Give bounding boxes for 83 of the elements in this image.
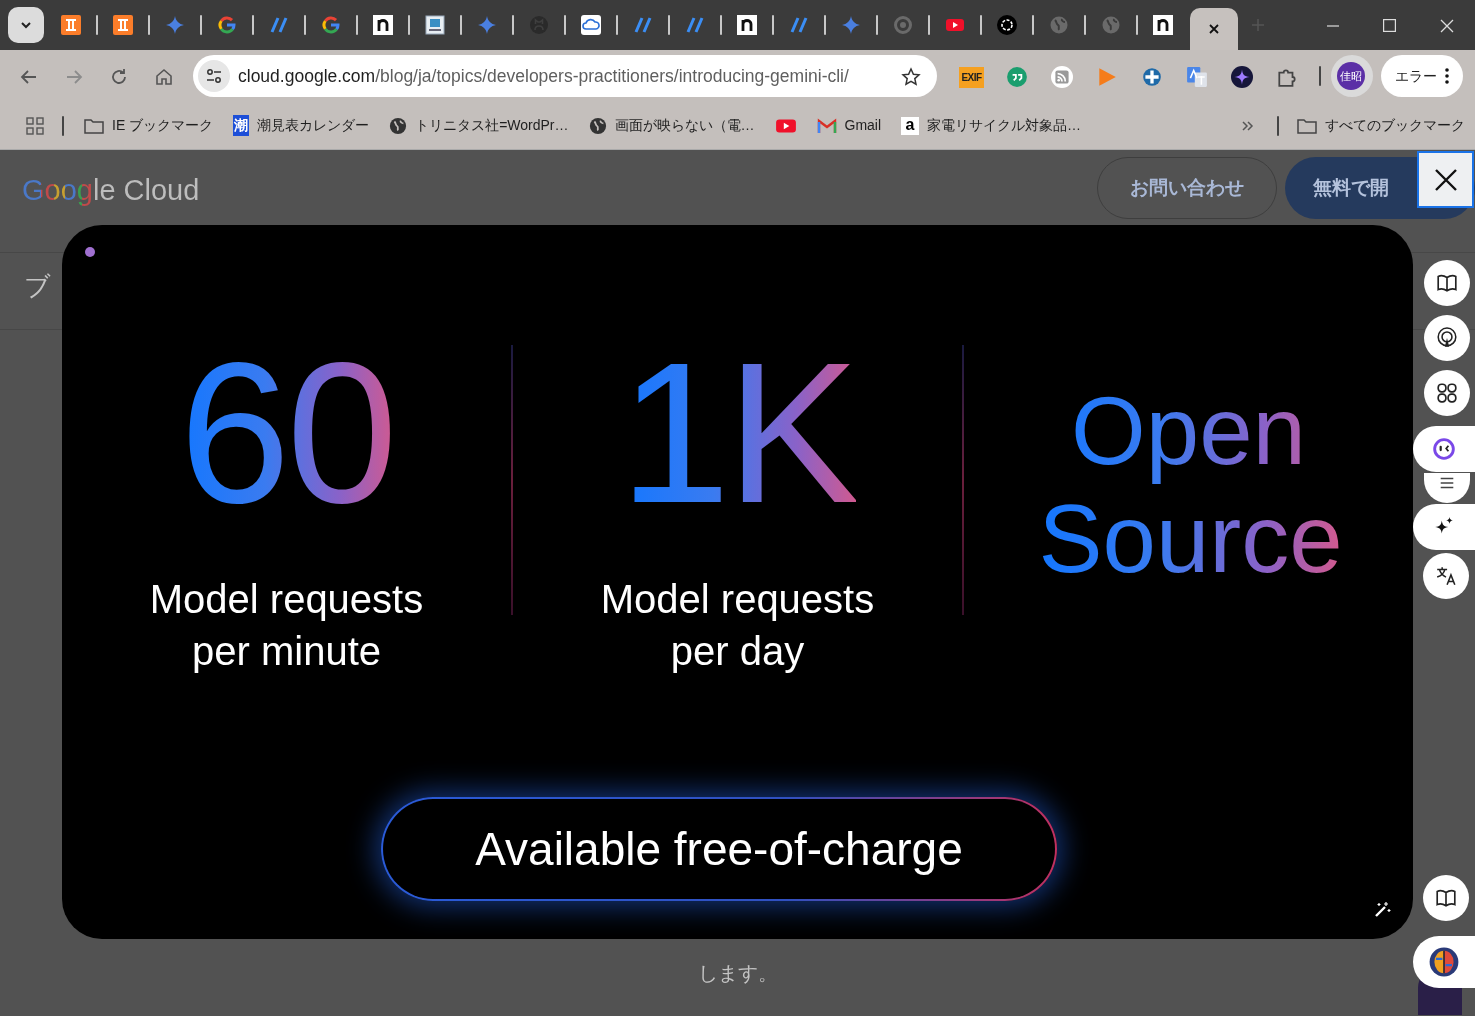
profile-button[interactable]: 佳昭 — [1331, 55, 1373, 97]
globe-icon — [389, 116, 408, 135]
back-arrow-icon — [20, 67, 38, 86]
brain-icon — [1428, 946, 1460, 978]
n-logo-icon — [737, 15, 757, 35]
face-circle-icon — [1433, 438, 1455, 460]
tab-search-button[interactable] — [8, 7, 44, 43]
close-icon — [1433, 167, 1458, 192]
star-icon — [900, 66, 921, 87]
bookmark-link[interactable]: 画面が映らない（電… — [578, 111, 765, 140]
stat-label: Model requests per day — [599, 576, 876, 675]
envelope-m-icon — [816, 117, 837, 134]
double-slash-icon — [633, 15, 653, 35]
address-bar[interactable]: cloud.google.com/blog/ja/topics/developers-practitioners/introducing-gemini-cli/ — [193, 55, 937, 97]
forward-arrow-icon — [65, 67, 83, 86]
thumbnail-icon — [425, 15, 445, 35]
error-button[interactable]: エラー — [1381, 55, 1463, 97]
rss-icon — [1050, 65, 1073, 88]
sparkle-icon — [165, 15, 185, 35]
grid-icon — [26, 117, 44, 136]
folder-icon — [1297, 117, 1317, 134]
book-icon — [1435, 887, 1457, 909]
g-logo-icon — [321, 15, 341, 35]
status-dot — [85, 247, 95, 257]
sparkle-icon — [477, 15, 497, 35]
side-tool-button[interactable] — [1423, 875, 1469, 921]
xampp-icon — [113, 15, 133, 35]
kebab-menu-icon — [1445, 68, 1449, 84]
side-tool-button[interactable] — [1413, 504, 1475, 550]
bookmark-link[interactable]: 潮 潮見表カレンダー — [223, 111, 380, 140]
chrome-icon — [893, 15, 913, 35]
maximize-icon — [1383, 19, 1396, 33]
translate-icon — [1185, 65, 1208, 88]
article-text: します。 — [697, 962, 778, 984]
all-bookmarks-button[interactable]: すべてのブックマーク — [1287, 111, 1475, 140]
reload-icon — [110, 67, 128, 86]
bookmark-link[interactable]: Gmail — [806, 111, 892, 140]
tune-icon — [205, 67, 223, 85]
globe-icon — [1101, 15, 1121, 35]
new-tab-icon — [1251, 18, 1265, 32]
n-logo-icon — [1153, 15, 1173, 35]
stat-label: Model requests per minute — [148, 576, 425, 675]
quote-bubble-icon — [1005, 65, 1028, 88]
side-tool-button[interactable] — [1423, 553, 1469, 599]
clover-grid-icon — [1436, 382, 1458, 404]
globe-icon — [588, 116, 607, 135]
cloud-icon — [581, 15, 601, 35]
translate-icon — [1435, 565, 1457, 587]
side-tool-button[interactable] — [1413, 426, 1475, 472]
side-tool-button[interactable] — [1413, 936, 1475, 988]
g-logo-icon — [217, 15, 237, 35]
double-slash-icon — [269, 15, 289, 35]
sparkle-icon — [1230, 65, 1253, 88]
browser-tab[interactable] — [1190, 8, 1238, 50]
double-slash-icon — [685, 15, 705, 35]
side-tool-button[interactable] — [1424, 370, 1470, 416]
tide-logo-icon: 潮 — [233, 115, 250, 136]
site-info-button[interactable] — [198, 60, 230, 92]
close-button[interactable] — [1417, 151, 1474, 208]
close-icon — [1208, 23, 1220, 35]
podcast-icon — [1436, 327, 1458, 349]
amazon-logo-icon: a — [901, 116, 920, 135]
extension-button[interactable]: EXIF — [949, 55, 994, 97]
cta-button[interactable]: Available free-of-charge — [381, 797, 1057, 901]
home-icon — [155, 67, 173, 86]
n-logo-icon — [373, 15, 393, 35]
bookmark-link[interactable]: a 家電リサイクル対象品… — [891, 111, 1092, 140]
magic-wand-icon — [1373, 900, 1391, 919]
globe-icon — [1049, 15, 1069, 35]
side-tool-button[interactable] — [1424, 315, 1470, 361]
bookmark-link[interactable]: IE ブックマーク — [74, 111, 224, 140]
close-icon — [1439, 18, 1454, 33]
book-icon — [1436, 272, 1458, 294]
breadcrumb-text: ブ — [24, 271, 51, 301]
bookmark-link[interactable]: トリニタス社=WordPr… — [379, 111, 579, 140]
xampp-icon — [61, 15, 81, 35]
double-slash-icon — [789, 15, 809, 35]
folder-icon — [84, 117, 104, 134]
sparkle-icon — [841, 15, 861, 35]
side-tool-button[interactable] — [1424, 260, 1470, 306]
side-tool-button[interactable] — [1424, 473, 1470, 503]
url-text: cloud.google.com/blog/ja/topics/developers-practitioners/introducing-gemini-cli/ — [238, 64, 849, 88]
cross-circle-icon — [1140, 65, 1163, 88]
